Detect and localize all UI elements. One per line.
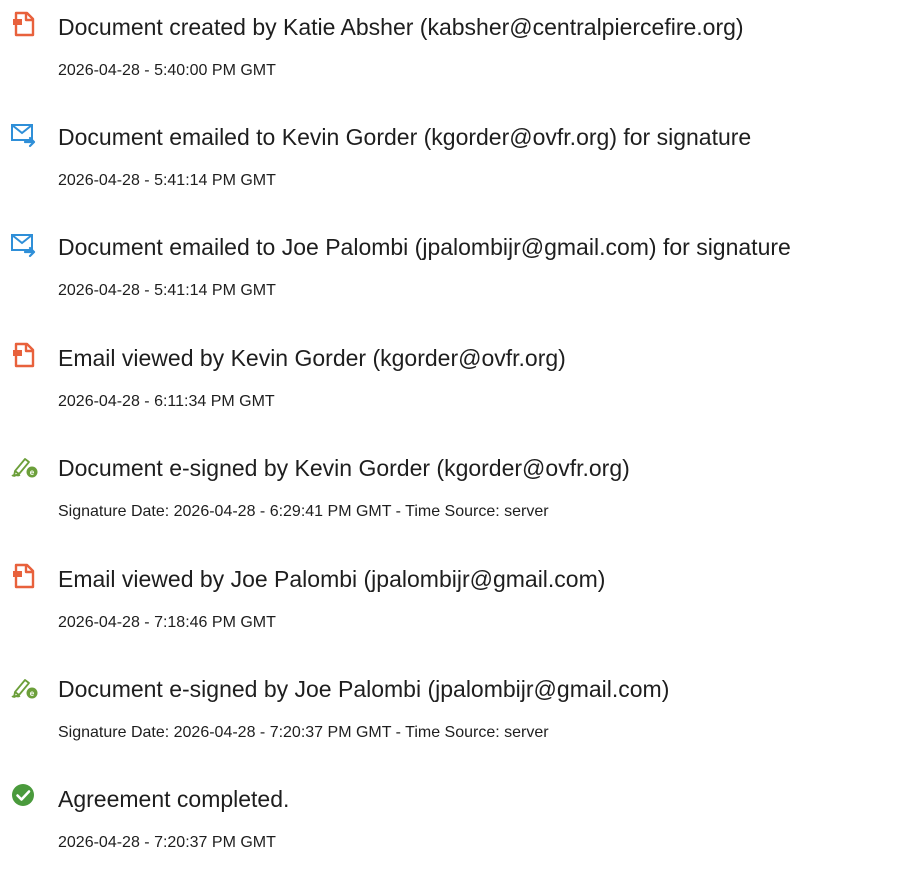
event-timestamp: 2026-04-28 - 5:41:14 PM GMT [58, 172, 276, 189]
signature-date: Signature Date: 2026-04-28 - 6:29:41 PM … [58, 503, 549, 520]
document-icon [10, 562, 38, 590]
event-title: Document created by Katie Absher (kabshe… [58, 14, 744, 40]
event-title: Document emailed to Joe Palombi (jpalomb… [58, 234, 791, 260]
svg-text:e: e [30, 468, 35, 477]
check-circle-icon [10, 782, 38, 810]
document-icon [10, 341, 38, 369]
event-title: Email viewed by Joe Palombi (jpalombijr@… [58, 566, 606, 592]
event-title: Agreement completed. [58, 786, 290, 812]
event-timestamp: 2026-04-28 - 7:20:37 PM GMT [58, 834, 276, 851]
esign-icon: e [10, 672, 38, 700]
event-timestamp: 2026-04-28 - 5:40:00 PM GMT [58, 62, 276, 79]
email-icon [10, 120, 38, 148]
email-icon [10, 230, 38, 258]
event-title: Document e-signed by Joe Palombi (jpalom… [58, 676, 670, 702]
event-title: Email viewed by Kevin Gorder (kgorder@ov… [58, 345, 566, 371]
svg-text:e: e [30, 689, 35, 698]
esign-icon: e [10, 451, 38, 479]
document-icon [10, 10, 38, 38]
event-title: Document emailed to Kevin Gorder (kgorde… [58, 124, 752, 150]
event-title: Document e-signed by Kevin Gorder (kgord… [58, 455, 630, 481]
event-timestamp: 2026-04-28 - 5:41:14 PM GMT [58, 282, 276, 299]
event-timestamp: 2026-04-28 - 6:11:34 PM GMT [58, 393, 275, 410]
event-timestamp: 2026-04-28 - 7:18:46 PM GMT [58, 614, 276, 631]
signature-date: Signature Date: 2026-04-28 - 7:20:37 PM … [58, 724, 549, 741]
